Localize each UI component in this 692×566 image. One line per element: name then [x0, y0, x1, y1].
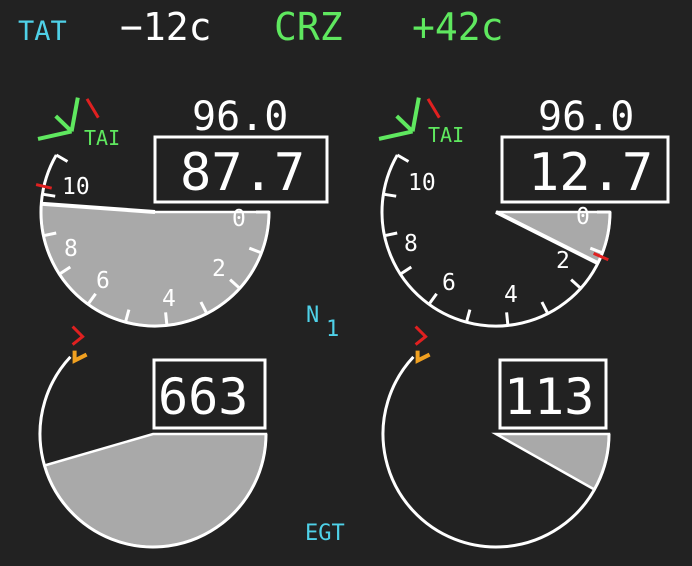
n1-tick-mark [505, 312, 510, 326]
thrust-mode-label: CRZ [274, 5, 343, 49]
egt-redline-marker-right [414, 325, 428, 346]
n1-tick-label-6-left: 6 [96, 268, 110, 294]
egt-redline-marker-left [71, 325, 85, 346]
n1-tick-label-4-right: 4 [504, 282, 518, 308]
thrust-mode-temp: +42c [412, 5, 504, 49]
n1-tick-label-8-right: 8 [404, 231, 418, 257]
n1-tick-mark [384, 231, 398, 238]
n1-target-bug-left [37, 97, 80, 141]
n1-tick-label-8-left: 8 [64, 236, 78, 262]
egt-amber-marker-right [415, 350, 431, 364]
n1-label: N [306, 303, 319, 328]
n1-tick-mark [540, 301, 550, 315]
n1-target-value-right: 96.0 [538, 94, 634, 140]
n1-red-marker-low-left [35, 183, 53, 190]
n1-actual-value-left: 87.7 [180, 143, 305, 203]
engine-display: TAT −12c CRZ +42c TAI 96.0 87.7 0 2 4 6 … [0, 0, 692, 566]
n1-tick-label-0-left: 0 [232, 206, 246, 232]
n1-tick-mark [383, 192, 397, 198]
n1-target-bug-right [378, 97, 421, 141]
n1-tick-label-10-left: 10 [62, 174, 90, 200]
n1-gauge-left: TAI 96.0 87.7 0 2 4 6 8 10 [35, 94, 329, 328]
n1-tick-label-10-right: 10 [408, 170, 436, 196]
egt-label: EGT [305, 521, 345, 546]
n1-tick-label-0-right: 0 [576, 204, 590, 230]
n1-tick-label-6-right: 6 [442, 270, 456, 296]
egt-fill-left [42, 432, 268, 549]
egt-gauge-left: 663 [38, 325, 268, 549]
egt-value-right: 113 [504, 368, 594, 426]
n1-redline-marker-left [85, 98, 100, 119]
egt-fill-right [491, 432, 611, 492]
n1-tick-mark [396, 153, 410, 163]
egt-gauge-right: 113 [381, 325, 611, 549]
n1-tick-label-4-left: 4 [162, 286, 176, 312]
n1-target-value-left: 96.0 [192, 94, 288, 140]
n1-tick-label-2-left: 2 [212, 256, 226, 282]
n1-label-subscript: 1 [326, 317, 339, 342]
n1-gauge-right: TAI 96.0 12.7 0 2 4 6 8 10 [378, 94, 670, 328]
egt-value-left: 663 [158, 368, 248, 426]
tat-label: TAT [18, 16, 67, 47]
n1-tick-mark [164, 312, 169, 326]
n1-tick-label-2-right: 2 [556, 248, 570, 274]
n1-tick-mark [399, 265, 413, 276]
tai-indicator-right: TAI [428, 123, 464, 147]
n1-tick-mark [570, 278, 582, 290]
n1-tick-mark [42, 192, 56, 198]
n1-tick-mark [427, 292, 438, 306]
egt-amber-marker-left [72, 350, 88, 364]
n1-redline-marker-right [426, 98, 441, 119]
tat-value: −12c [120, 5, 212, 49]
engine-display-svg: TAT −12c CRZ +42c TAI 96.0 87.7 0 2 4 6 … [18, 5, 670, 549]
n1-tick-mark [55, 153, 69, 163]
n1-actual-value-right: 12.7 [528, 143, 653, 203]
n1-tick-mark [465, 309, 472, 323]
tai-indicator-left: TAI [84, 126, 120, 150]
